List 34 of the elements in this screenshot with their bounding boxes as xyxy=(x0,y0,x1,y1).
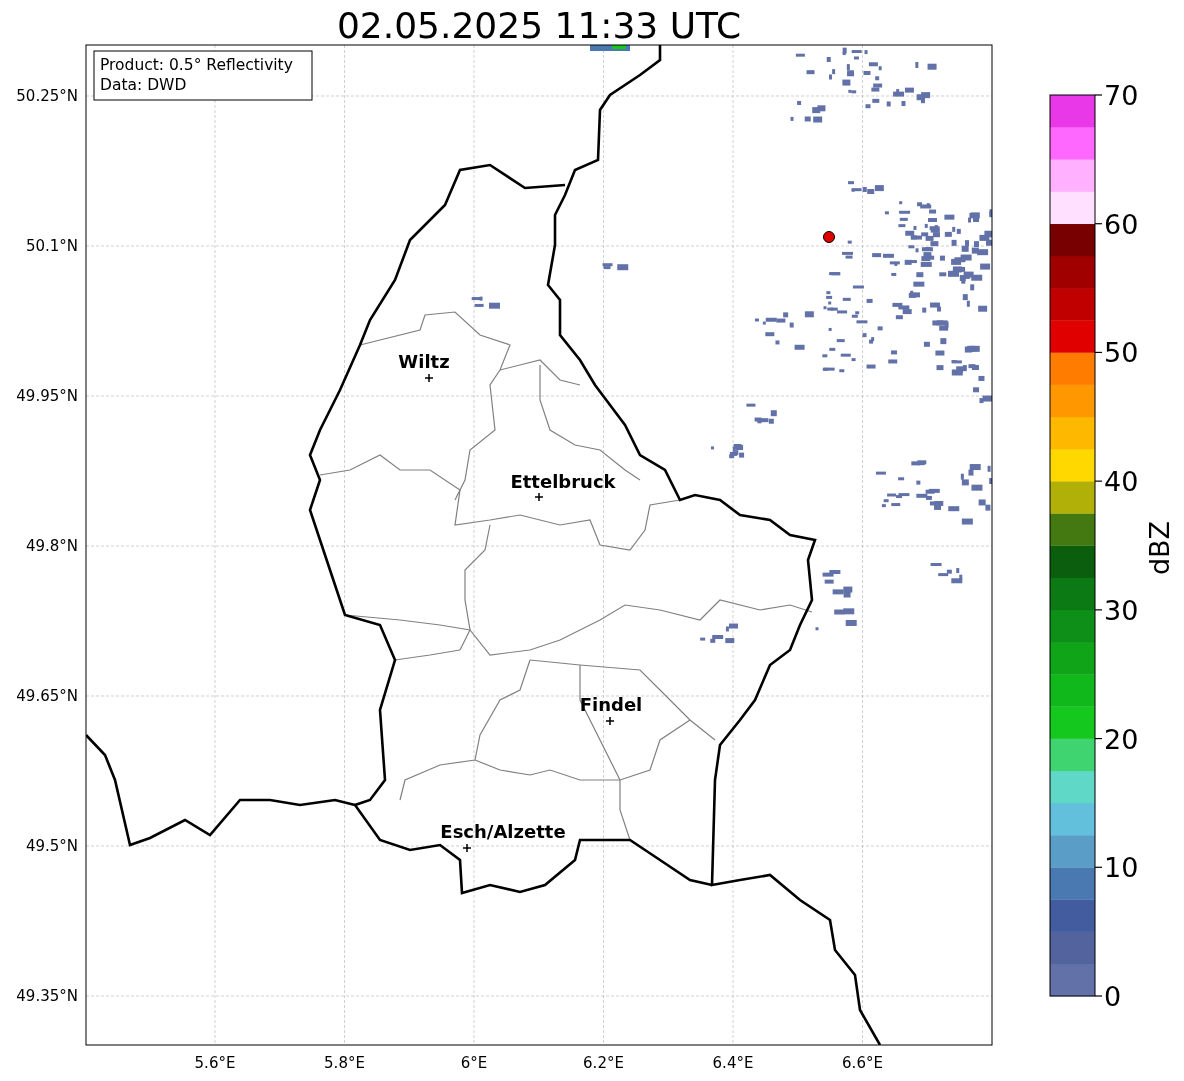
colorbar-tick-label: 10 xyxy=(1104,852,1139,884)
city-marker-icon xyxy=(534,492,544,502)
latitude-label: 49.95°N xyxy=(16,387,78,405)
info-text: Product: 0.5° Reflectivity xyxy=(100,56,293,74)
place-label: Findel xyxy=(579,694,643,715)
latitude-label: 50.25°N xyxy=(16,87,78,105)
colorbar-tick-label: 20 xyxy=(1104,723,1139,755)
colorbar-tick-label: 30 xyxy=(1104,594,1139,626)
place-label: Esch/Alzette xyxy=(440,821,566,842)
place-label: Ettelbruck xyxy=(510,471,616,492)
colorbar-title: dBZ xyxy=(1144,520,1175,576)
longitude-label: 6.4°E xyxy=(712,1054,754,1072)
latitude-label: 49.65°N xyxy=(16,687,78,705)
longitude-label: 6°E xyxy=(460,1054,488,1072)
latitude-label: 49.35°N xyxy=(16,987,78,1005)
radar-site-marker xyxy=(823,231,835,243)
latitude-label: 49.5°N xyxy=(25,837,78,855)
city-marker-icon xyxy=(424,373,434,383)
longitude-label: 5.6°E xyxy=(194,1054,236,1072)
colorbar-tick-label: 50 xyxy=(1104,337,1139,369)
latitude-label: 49.8°N xyxy=(25,537,78,555)
chart-title: 02.05.2025 11:33 UTC xyxy=(336,5,742,46)
place-label: Wiltz xyxy=(398,351,450,372)
city-marker-icon xyxy=(605,716,615,726)
info-text: Data: DWD xyxy=(100,76,187,94)
longitude-label: 6.2°E xyxy=(583,1054,624,1072)
colorbar-tick-label: 60 xyxy=(1104,208,1139,240)
colorbar-tick-label: 0 xyxy=(1104,981,1122,1012)
latitude-label: 50.1°N xyxy=(25,237,78,255)
longitude-label: 5.8°E xyxy=(324,1054,365,1072)
colorbar-tick-label: 70 xyxy=(1104,80,1139,111)
colorbar-tick-label: 40 xyxy=(1104,466,1139,498)
longitude-label: 6.6°E xyxy=(842,1054,883,1072)
city-marker-icon xyxy=(462,843,472,853)
